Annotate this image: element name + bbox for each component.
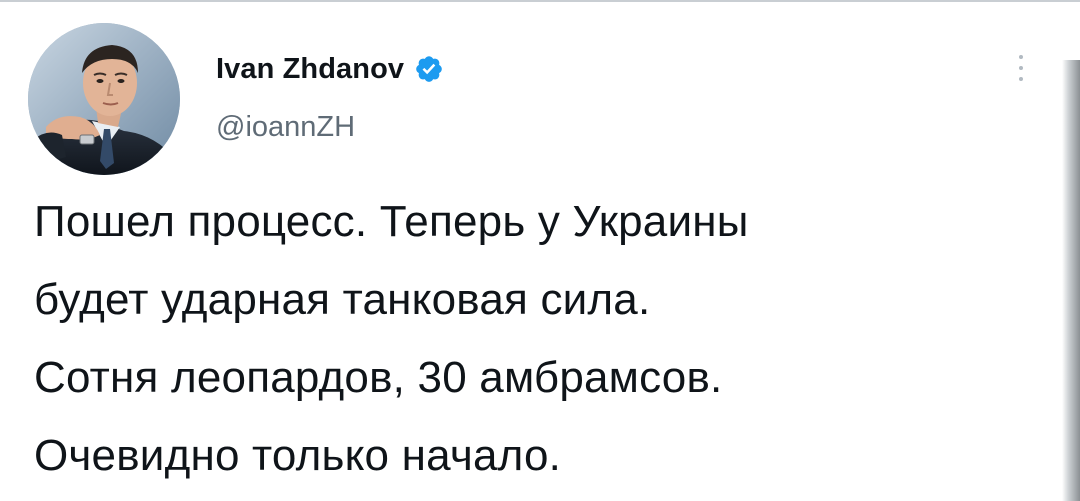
menu-dot [1019, 66, 1023, 70]
verified-badge-icon [414, 54, 444, 84]
handle[interactable]: @ioannZH [216, 111, 355, 144]
menu-dot [1019, 77, 1023, 81]
right-edge-shadow [1062, 60, 1080, 501]
tweet-text: Пошел процесс. Теперь у Украины будет уд… [34, 197, 749, 480]
menu-dot [1019, 55, 1023, 59]
display-name[interactable]: Ivan Zhdanov [216, 53, 404, 86]
avatar[interactable] [28, 23, 180, 175]
more-vertical-icon[interactable] [1008, 48, 1034, 88]
author-row: Ivan Zhdanov [216, 51, 444, 87]
tweet-card: Ivan Zhdanov @ioannZH Пошел процесс. Теп… [0, 0, 1080, 501]
avatar-image [28, 23, 180, 175]
